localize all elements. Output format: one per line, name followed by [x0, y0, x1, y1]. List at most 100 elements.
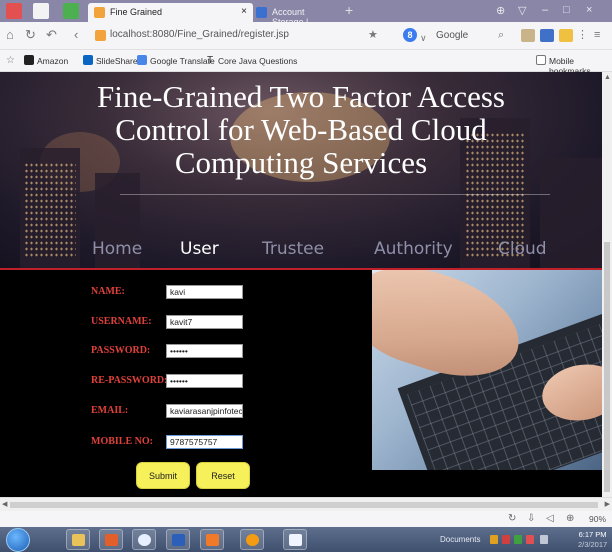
- email-label: EMAIL:: [91, 405, 129, 416]
- translate-icon: [137, 55, 147, 65]
- tray-icon[interactable]: [502, 535, 510, 544]
- chevron-down-icon[interactable]: ∨: [420, 31, 427, 45]
- bookmark-star-icon[interactable]: ★: [368, 28, 378, 42]
- scroll-left-icon[interactable]: ◀: [2, 500, 7, 508]
- tab-fine-grained[interactable]: Fine Grained ×: [88, 3, 253, 22]
- back-icon[interactable]: ‹: [74, 28, 78, 42]
- name-input[interactable]: kavi: [166, 285, 243, 299]
- extension-icon[interactable]: [540, 29, 554, 42]
- username-input[interactable]: kavit7: [166, 315, 243, 329]
- tab-favicon-icon: [256, 7, 267, 18]
- browser-tab-bar: Fine Grained × Account Storage | DriveHQ…: [0, 0, 612, 37]
- nav-trustee[interactable]: Trustee: [262, 239, 324, 259]
- clock-date: 2/3/2017: [578, 540, 608, 549]
- mobile-icon: [536, 55, 546, 65]
- zoom-icon[interactable]: ⊕: [566, 513, 574, 524]
- more-icon[interactable]: ⋮: [577, 28, 588, 42]
- download-icon[interactable]: ⇩: [527, 513, 535, 524]
- app-icon: [105, 534, 118, 546]
- folder-icon: [72, 534, 85, 546]
- password-input[interactable]: ••••••: [166, 344, 243, 358]
- undo-icon[interactable]: ↶: [46, 28, 57, 42]
- browser-status-bar: ↻ ⇩ ◁ ⊕ 90%: [0, 511, 612, 527]
- word-icon: [289, 534, 302, 546]
- app-button[interactable]: [200, 529, 224, 550]
- bookmark-core-java[interactable]: Core Java Questions: [218, 56, 297, 66]
- search-engine-icon[interactable]: 8: [403, 28, 417, 42]
- refresh-icon[interactable]: ↻: [508, 513, 516, 524]
- close-icon[interactable]: ×: [586, 4, 592, 16]
- bookmark-star-icon[interactable]: ☆: [6, 55, 15, 66]
- app-icon: [246, 534, 259, 546]
- shield-icon[interactable]: ▽: [518, 4, 526, 17]
- app-icon: [206, 534, 219, 546]
- tray-icon[interactable]: [490, 535, 498, 544]
- repassword-label: RE-PASSWORD:: [91, 375, 168, 386]
- tray-icon[interactable]: [526, 535, 534, 544]
- app-button[interactable]: [166, 529, 190, 550]
- tab-favicon-icon: [94, 7, 105, 18]
- mobile-label: MOBILE NO:: [91, 436, 153, 447]
- word-button[interactable]: [283, 529, 307, 550]
- sidebar-icon[interactable]: [63, 3, 79, 19]
- menu-icon[interactable]: ≡: [594, 28, 600, 42]
- refresh-icon[interactable]: ↻: [25, 28, 36, 42]
- tab-close-icon[interactable]: ×: [241, 6, 247, 17]
- tab-drivehq[interactable]: Account Storage | DriveHQ: [250, 3, 342, 37]
- mail-icon[interactable]: [521, 29, 535, 42]
- browser-menu-icon[interactable]: [6, 3, 22, 19]
- divider: [120, 194, 550, 195]
- minimize-icon[interactable]: –: [542, 4, 548, 16]
- explorer-button[interactable]: [66, 529, 90, 550]
- scroll-thumb[interactable]: [10, 502, 598, 508]
- amazon-icon: [24, 55, 34, 65]
- speaker-icon[interactable]: ◁: [546, 513, 554, 524]
- email-input[interactable]: kaviarasanjpinfotech@g: [166, 404, 243, 418]
- vertical-scrollbar[interactable]: ▲: [602, 72, 612, 497]
- scroll-thumb[interactable]: [604, 242, 610, 492]
- tab-label: Fine Grained: [110, 7, 163, 17]
- submit-button[interactable]: Submit: [136, 462, 190, 489]
- reset-button[interactable]: Reset: [196, 462, 250, 489]
- site-header: Fine-Grained Two Factor Access Control f…: [0, 72, 602, 268]
- app-button[interactable]: [132, 529, 156, 550]
- bookmarks-bar: ☆ Amazon SlideShare Google Translate T C…: [0, 50, 612, 76]
- page-icon[interactable]: [33, 3, 49, 19]
- address-bar: ⌂ ↻ ↶ ‹ localhost:8080/Fine_Grained/regi…: [0, 22, 612, 50]
- maximize-icon[interactable]: □: [563, 4, 570, 16]
- start-button[interactable]: [6, 528, 30, 552]
- page-viewport: Fine-Grained Two Factor Access Control f…: [0, 72, 602, 497]
- bookmark-amazon[interactable]: Amazon: [37, 56, 68, 66]
- taskbar-clock[interactable]: 6:17 PM 2/3/2017: [578, 530, 607, 550]
- horizontal-scrollbar[interactable]: ◀ ▶: [0, 497, 612, 511]
- notes-icon[interactable]: [559, 29, 573, 42]
- nav-user[interactable]: User: [180, 239, 219, 259]
- slideshare-icon: [83, 55, 93, 65]
- search-field[interactable]: Google: [436, 30, 468, 41]
- tray-icon[interactable]: [514, 535, 522, 544]
- network-icon[interactable]: [540, 535, 548, 544]
- title-line: Control for Web-Based Cloud: [115, 112, 487, 147]
- nav-cloud[interactable]: Cloud: [498, 239, 547, 259]
- new-tab-icon[interactable]: +: [345, 2, 353, 18]
- scroll-up-icon[interactable]: ▲: [604, 74, 611, 81]
- mobile-input[interactable]: 9787575757: [166, 435, 243, 449]
- url-field[interactable]: localhost:8080/Fine_Grained/register.jsp: [110, 29, 289, 40]
- os-taskbar: Documents 6:17 PM 2/3/2017: [0, 527, 612, 552]
- search-icon[interactable]: ⌕: [498, 28, 504, 42]
- settings-icon[interactable]: ⊕: [496, 4, 505, 17]
- site-favicon-icon: [95, 30, 106, 41]
- scroll-right-icon[interactable]: ▶: [605, 500, 610, 508]
- bookmark-slideshare[interactable]: SlideShare: [96, 56, 138, 66]
- documents-toolbar[interactable]: Documents: [440, 535, 480, 544]
- nav-authority[interactable]: Authority: [374, 239, 453, 259]
- zoom-level[interactable]: 90%: [589, 514, 606, 524]
- nav-home[interactable]: Home: [92, 239, 142, 259]
- app-icon: [138, 534, 151, 546]
- app-button[interactable]: [240, 529, 264, 550]
- bookmark-google-translate[interactable]: Google Translate: [150, 56, 215, 66]
- repassword-input[interactable]: ••••••: [166, 374, 243, 388]
- home-icon[interactable]: ⌂: [6, 28, 14, 42]
- title-line: Fine-Grained Two Factor Access: [97, 79, 505, 114]
- app-button[interactable]: [99, 529, 123, 550]
